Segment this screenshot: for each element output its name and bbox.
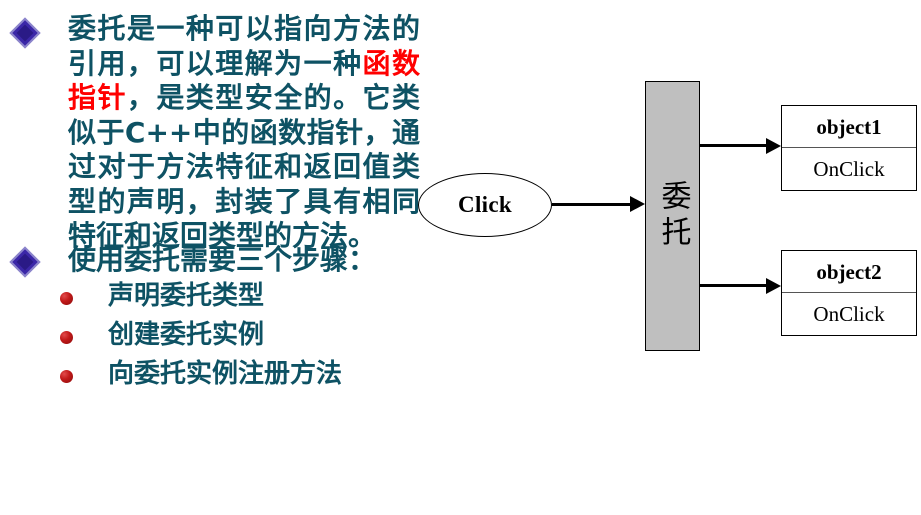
- diamond-bullet-icon: [9, 246, 41, 278]
- list-item-label: 声明委托类型: [108, 281, 265, 311]
- steps-heading: 使用委托需要三个步骤：: [68, 243, 377, 276]
- paragraph-delegate-definition: 委托是一种可以指向方法的引用，可以理解为一种函数指针，是类型安全的。它类似于C+…: [68, 12, 420, 254]
- slide-content-area: 委托是一种可以指向方法的引用，可以理解为一种函数指针，是类型安全的。它类似于C+…: [0, 0, 921, 515]
- list-item-label: 向委托实例注册方法: [108, 359, 343, 389]
- red-ball-bullet-icon: [60, 370, 73, 383]
- diamond-bullet-icon: [9, 17, 41, 49]
- red-ball-bullet-icon: [60, 331, 73, 344]
- list-item: 向委托实例注册方法: [0, 359, 420, 401]
- list-item: 声明委托类型: [0, 281, 420, 323]
- red-ball-bullet-icon: [60, 292, 73, 305]
- list-item: 创建委托实例: [0, 320, 420, 362]
- list-item-label: 创建委托实例: [108, 320, 265, 350]
